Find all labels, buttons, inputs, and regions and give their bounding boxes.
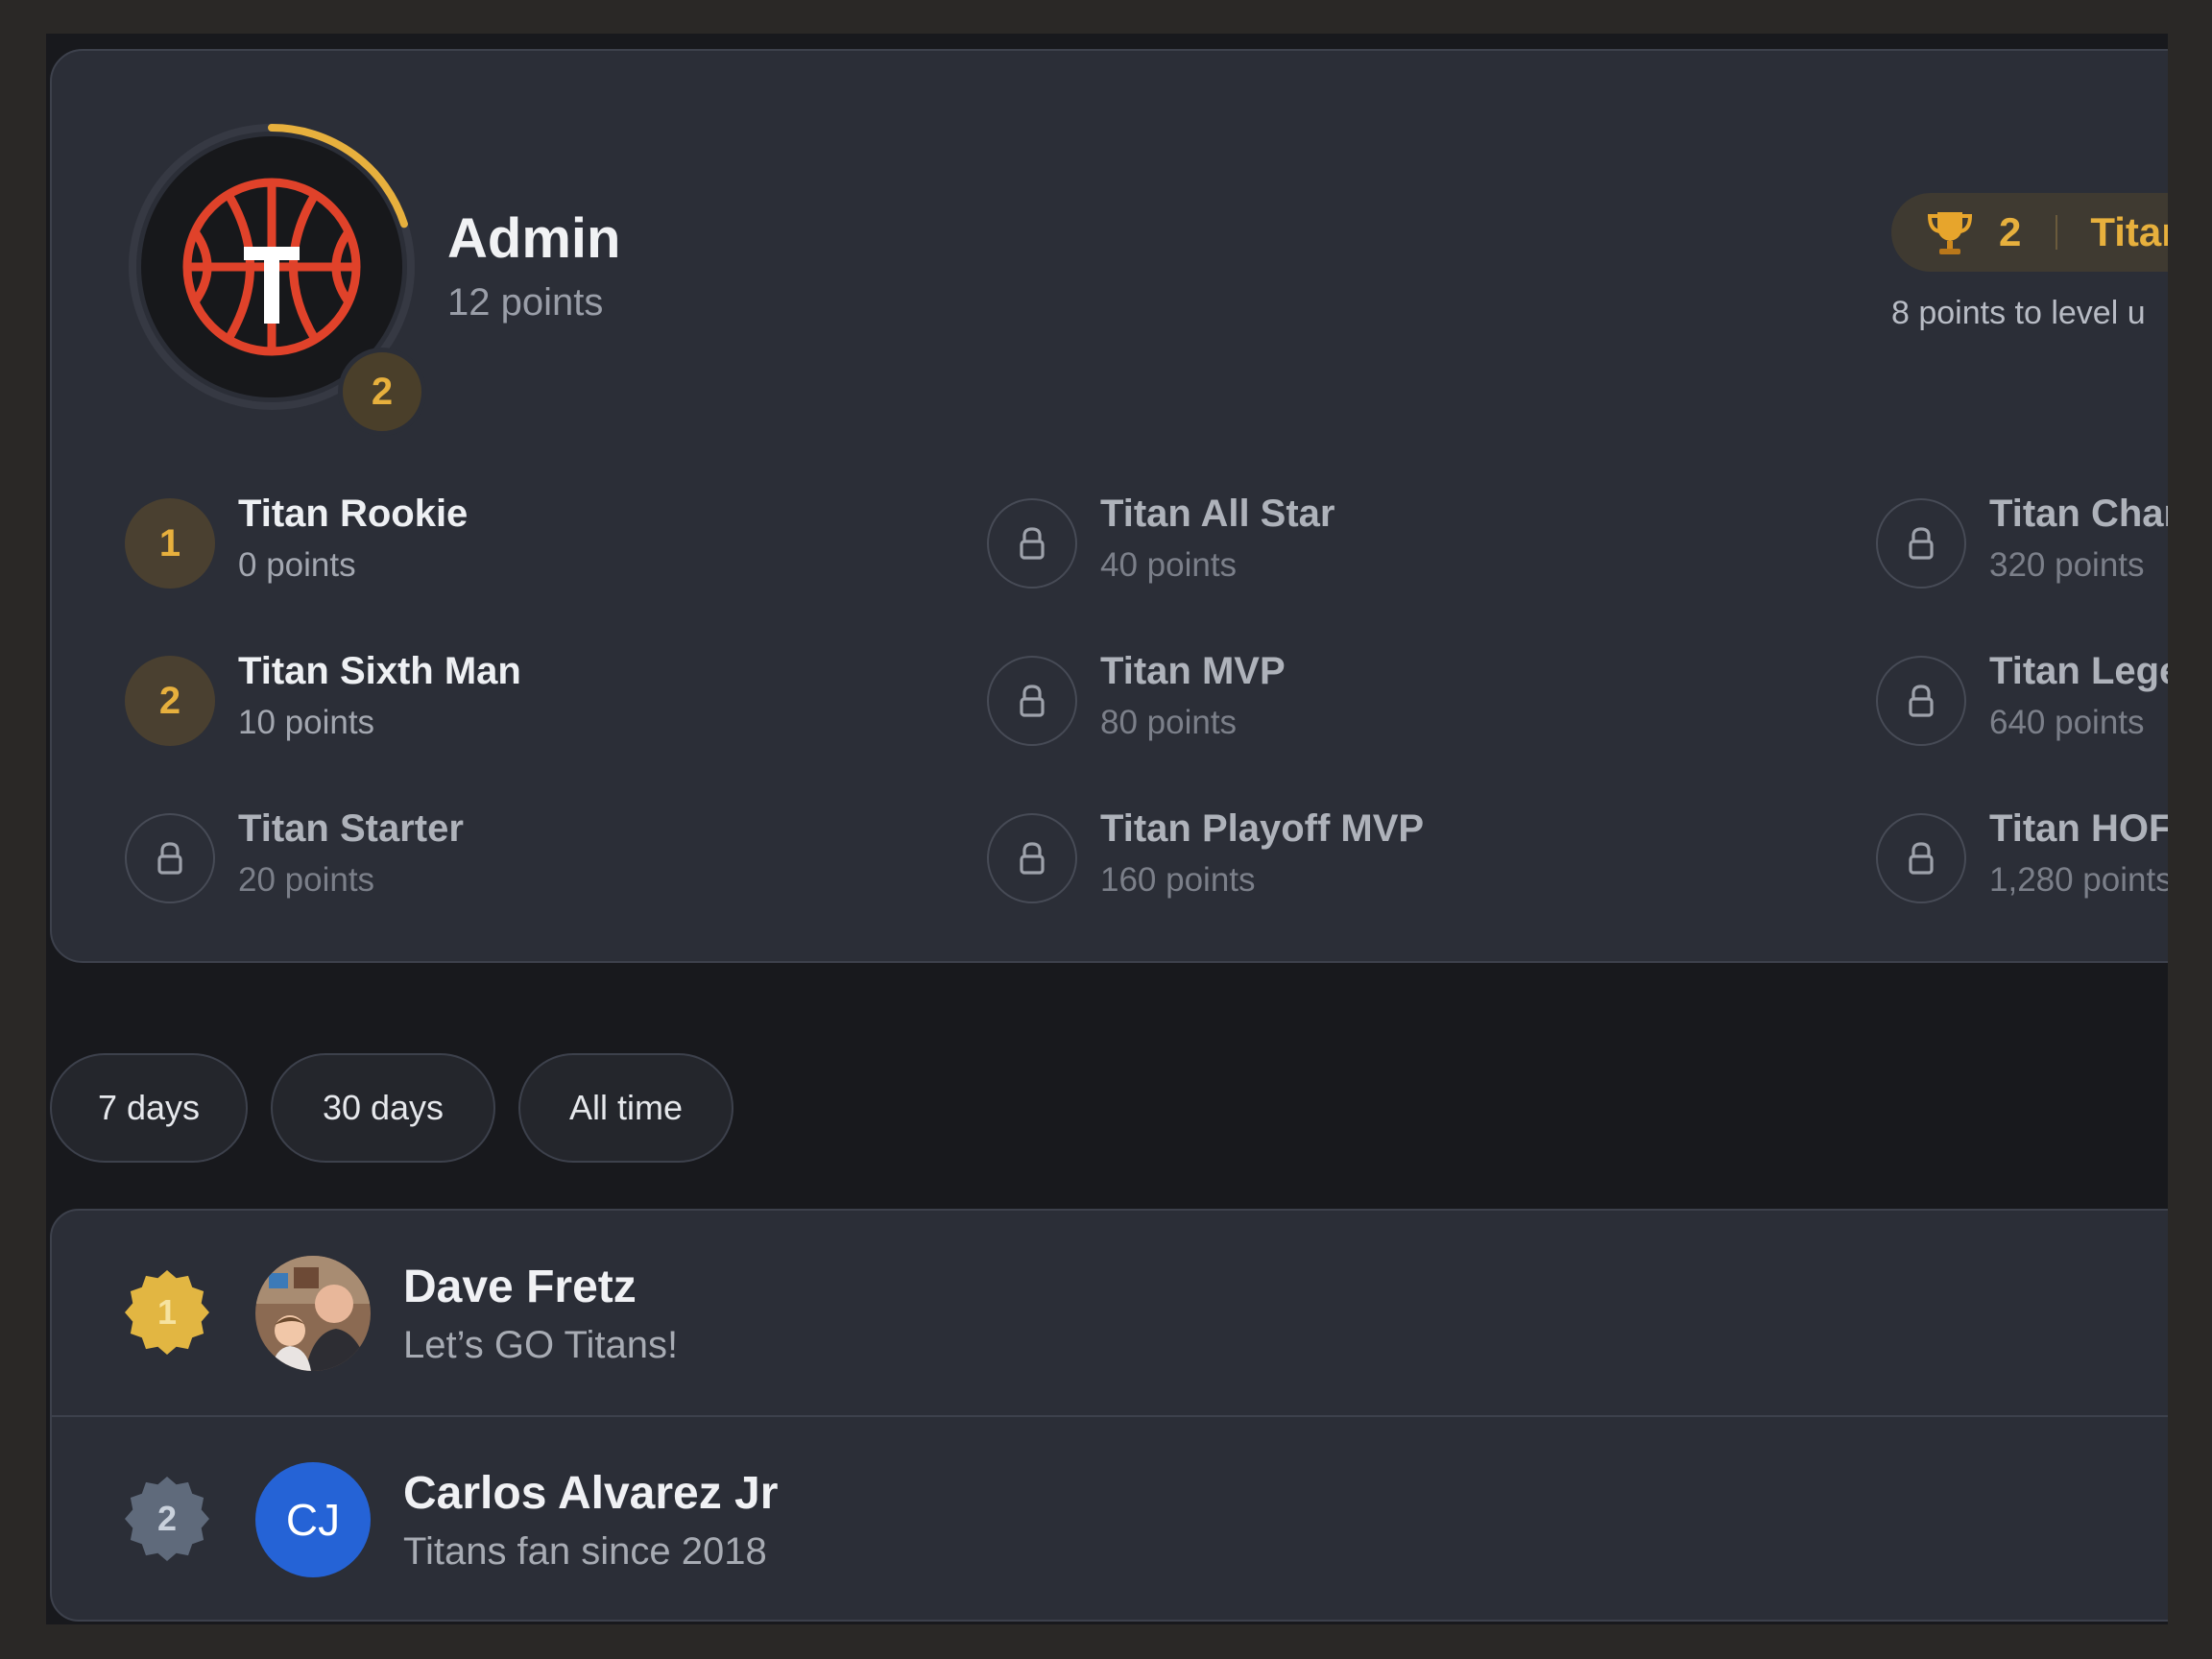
level-points: 320 points (1989, 546, 2145, 584)
trophy-icon (1927, 212, 1973, 254)
level-locked-badge (1876, 498, 1966, 589)
user-photo (255, 1256, 371, 1371)
current-level-number: 2 (1999, 209, 2022, 254)
level-name: Titan Starter (238, 807, 464, 850)
level-locked-badge (987, 813, 1077, 903)
rank-badge-silver: 2 (123, 1475, 211, 1563)
level-name: Titan Rookie (238, 493, 469, 535)
current-level-title: Titan (2090, 209, 2168, 254)
lock-icon (157, 842, 182, 875)
level-points: 160 points (1100, 861, 1256, 899)
points-to-next-level: 8 points to level u (1891, 295, 2146, 331)
lock-icon (1909, 685, 1934, 717)
lock-icon (1020, 527, 1045, 560)
profile-points: 12 points (447, 281, 604, 324)
user-avatar-initials[interactable]: CJ (255, 1462, 371, 1577)
level-name: Titan Lege (1989, 650, 2168, 692)
profile-level-badge: 2 (338, 348, 426, 436)
leaderboard-list: 1 Dave Fretz Let’s GO Titans! 2 CJ Carlo… (50, 1209, 2168, 1622)
leaderboard-row[interactable]: 2 CJ Carlos Alvarez Jr Titans fan since … (52, 1415, 2168, 1620)
level-name: Titan All Star (1100, 493, 1335, 535)
lock-icon (1909, 842, 1934, 875)
user-bio: Let’s GO Titans! (403, 1324, 679, 1366)
profile-name: Admin (447, 207, 621, 270)
level-points: 80 points (1100, 704, 1238, 741)
level-locked-badge (987, 656, 1077, 746)
leaderboard-screen: 2 Admin 12 points 2 Titan 8 points to le… (46, 34, 2168, 1624)
rank-badge-gold: 1 (123, 1268, 211, 1357)
level-points: 1,280 points (1989, 861, 2168, 899)
leaderboard-row[interactable]: 1 Dave Fretz Let’s GO Titans! (52, 1211, 2168, 1415)
filter-30-days-button[interactable]: 30 days (271, 1053, 495, 1163)
level-points: 640 points (1989, 704, 2145, 741)
level-name: Titan HOF (1989, 807, 2168, 850)
level-number-badge: 1 (125, 498, 215, 589)
filter-all-time-button[interactable]: All time (518, 1053, 733, 1163)
basketball-logo-icon (182, 178, 361, 356)
lock-icon (1020, 685, 1045, 717)
level-locked-badge (1876, 656, 1966, 746)
level-name: Titan Chan (1989, 493, 2168, 535)
level-points: 10 points (238, 704, 375, 741)
filter-7-days-button[interactable]: 7 days (50, 1053, 248, 1163)
level-points: 0 points (238, 546, 356, 584)
user-bio: Titans fan since 2018 (403, 1530, 767, 1573)
level-locked-badge (987, 498, 1077, 589)
level-name: Titan Playoff MVP (1100, 807, 1425, 850)
profile-card: 2 Admin 12 points 2 Titan 8 points to le… (50, 49, 2168, 963)
rank-number: 1 (156, 1292, 178, 1332)
rank-number: 2 (156, 1499, 178, 1538)
level-points: 20 points (238, 861, 375, 899)
pill-divider (2056, 215, 2058, 250)
level-name: Titan MVP (1100, 650, 1286, 692)
user-name: Dave Fretz (403, 1262, 637, 1312)
level-name: Titan Sixth Man (238, 650, 521, 692)
user-name: Carlos Alvarez Jr (403, 1468, 779, 1519)
current-level-pill[interactable]: 2 Titan (1891, 193, 2168, 272)
lock-icon (1909, 527, 1934, 560)
user-avatar-photo[interactable] (255, 1256, 371, 1371)
level-number-badge: 2 (125, 656, 215, 746)
level-locked-badge (1876, 813, 1966, 903)
level-locked-badge (125, 813, 215, 903)
lock-icon (1020, 842, 1045, 875)
level-points: 40 points (1100, 546, 1238, 584)
